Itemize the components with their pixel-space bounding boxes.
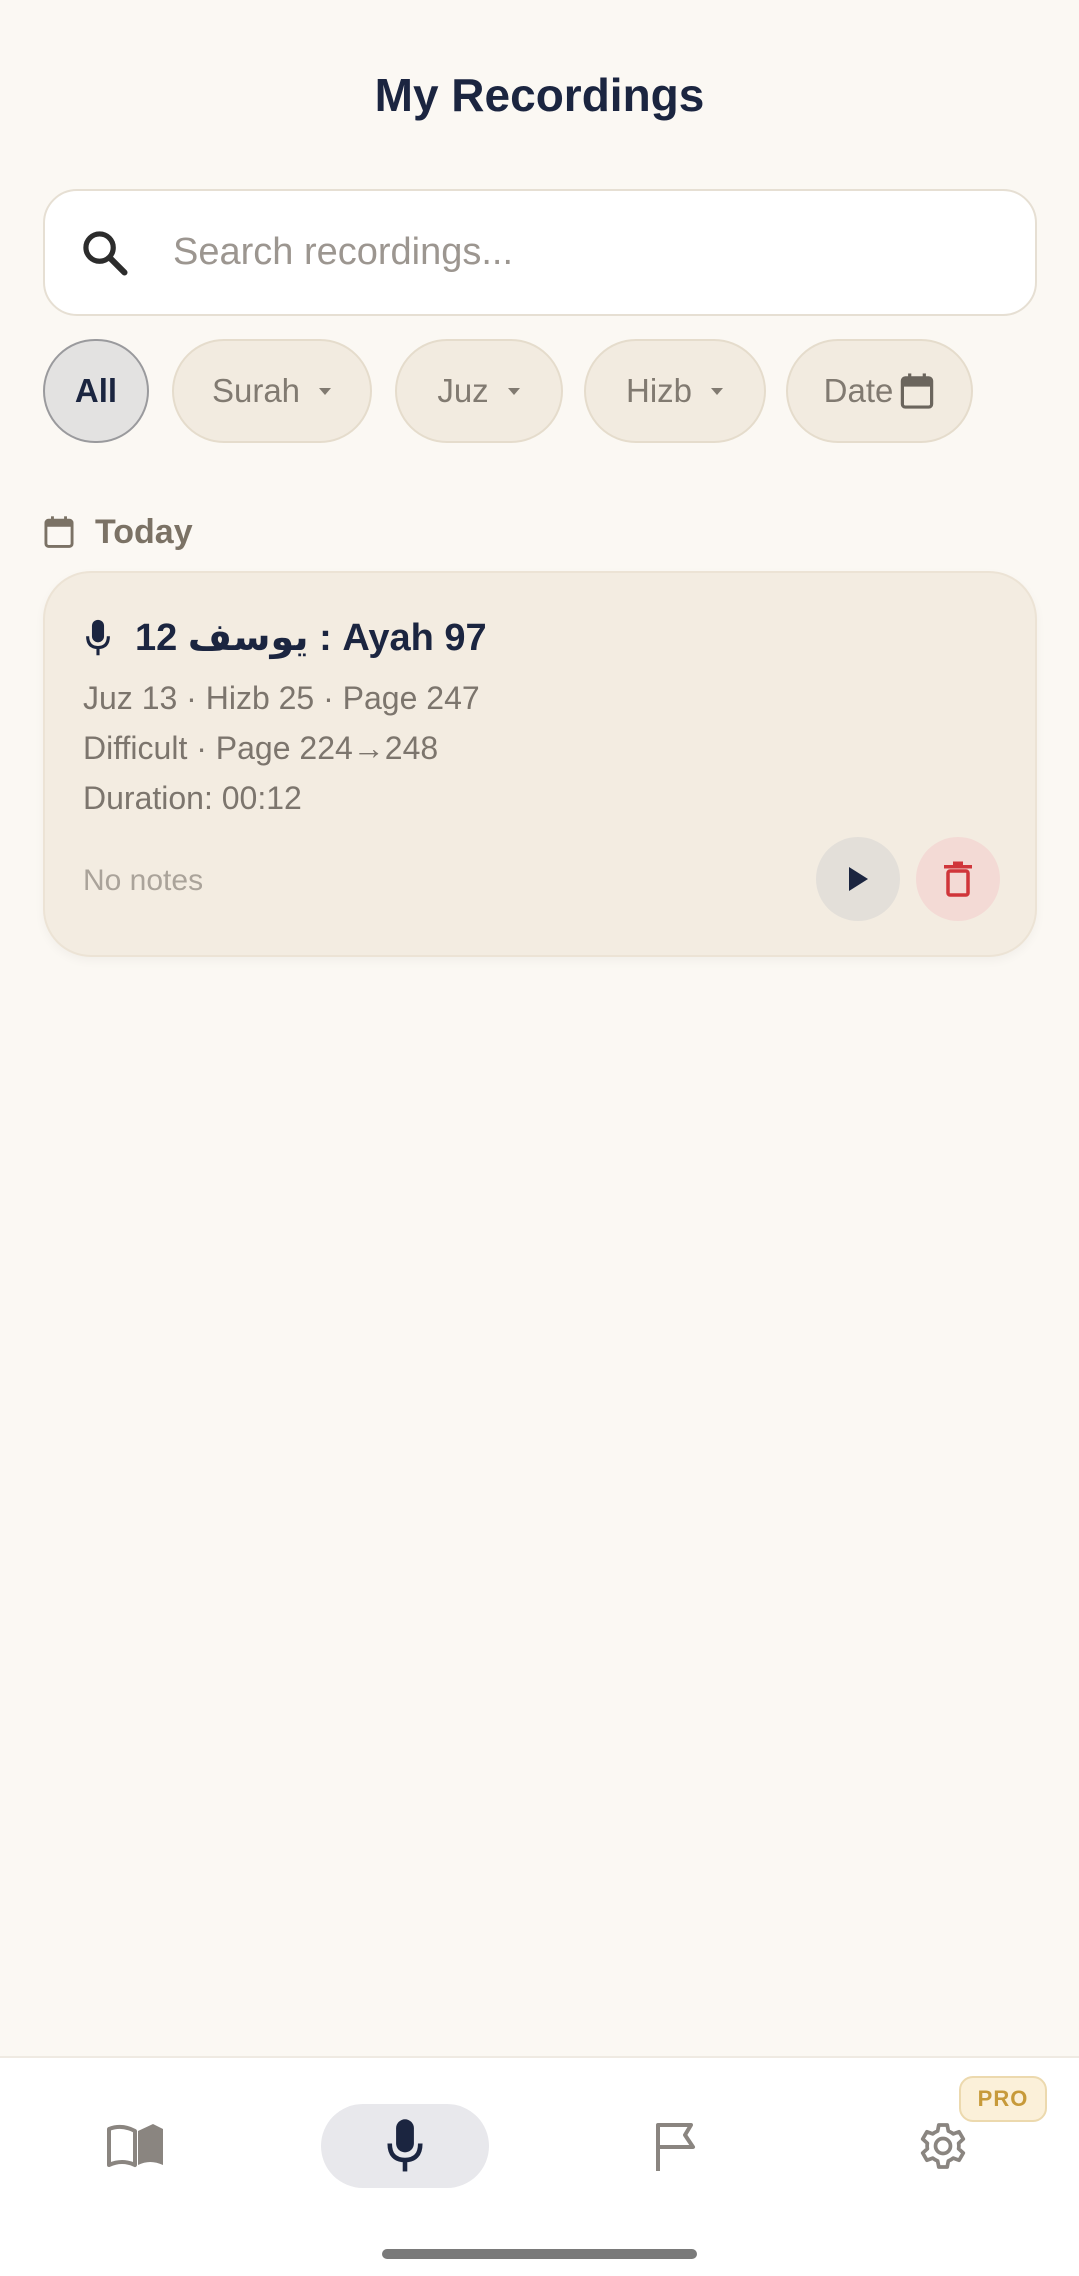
filter-date-label: Date [823,372,894,409]
home-indicator [382,2249,697,2259]
search-bar[interactable] [43,189,1037,316]
recordings-screen: My Recordings All Surah Juz Hizb [0,0,1079,2276]
search-input[interactable] [173,231,933,274]
filter-juz-label: Juz [437,372,489,409]
book-icon [107,2124,163,2167]
nav-read-tab[interactable] [96,2104,176,2188]
recording-duration: Duration: 00:12 [83,780,302,816]
section-label: Today [95,512,193,551]
chevron-down-icon [319,387,332,395]
filter-surah-label: Surah [211,372,301,409]
filter-hizb-label: Hizb [625,372,693,409]
filter-all-chip[interactable]: All [43,339,149,443]
gear-icon [920,2123,966,2169]
search-icon [83,230,128,276]
recording-card[interactable]: 12 يوسف : Ayah 97 Juz 13 · Hizb 25 · Pag… [43,571,1037,957]
chevron-down-icon [507,387,520,395]
recording-heading: 12 يوسف : Ayah 97 [85,615,487,660]
calendar-icon [44,516,74,548]
recording-location: Juz 13 · Hizb 25 · Page 247 [83,680,480,716]
section-today-header: Today [43,511,193,553]
filter-date-chip[interactable]: Date [786,339,973,443]
play-button[interactable] [816,837,900,921]
pro-badge: PRO [959,2076,1047,2122]
trash-icon [944,861,972,897]
filter-juz-chip[interactable]: Juz [395,339,563,443]
filter-all-label: All [74,372,118,409]
nav-progress-tab[interactable] [636,2104,716,2188]
mic-icon [387,2119,423,2172]
delete-button[interactable] [916,837,1000,921]
mic-icon [86,619,110,655]
bottom-navigation: PRO [0,2056,1079,2276]
play-icon [849,867,868,891]
recording-difficulty: Difficult · Page 224→248 [83,730,439,766]
chevron-down-icon [711,387,724,395]
filter-surah-chip[interactable]: Surah [172,339,372,443]
recording-title: 12 يوسف : Ayah 97 [135,617,487,659]
page-title: My Recordings [374,69,705,121]
calendar-icon [901,373,934,409]
filter-hizb-chip[interactable]: Hizb [584,339,766,443]
nav-recordings-tab[interactable] [321,2104,489,2188]
recording-notes: No notes [83,864,204,897]
flag-icon [656,2123,695,2171]
